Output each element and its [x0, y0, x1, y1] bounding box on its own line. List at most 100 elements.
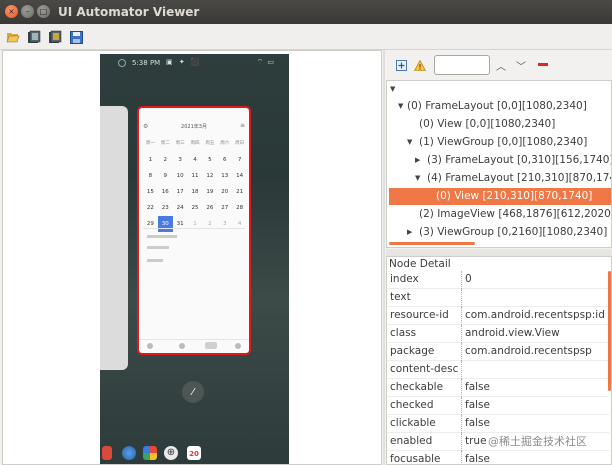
calendar-weekday-row: 周一 周二 周三 周四 周五 周六 周日: [143, 136, 247, 152]
tree-expand-arrow-icon[interactable]: ▶: [415, 152, 420, 169]
tree-expand-arrow-icon[interactable]: ▼: [415, 170, 420, 187]
calendar-day[interactable]: 24: [173, 200, 188, 216]
calendar-day[interactable]: 17: [173, 184, 188, 200]
tree-node-selected[interactable]: (0) View [210,310][870,1740]: [436, 188, 592, 205]
calendar-divider: [143, 228, 245, 229]
calendar-day[interactable]: 10: [173, 168, 188, 184]
calendar-day[interactable]: 2: [202, 216, 217, 232]
tree-node[interactable]: (1) ViewGroup [0,0][1080,2340]: [419, 134, 587, 151]
calendar-day[interactable]: 2: [158, 152, 173, 168]
calendar-day[interactable]: 14: [232, 168, 247, 184]
tree-horizontal-scrollbar[interactable]: [389, 242, 475, 245]
calendar-day[interactable]: 27: [217, 200, 232, 216]
menu-icon: ≡: [239, 122, 245, 129]
calendar-day[interactable]: 18: [188, 184, 203, 200]
calendar-day[interactable]: 6: [217, 152, 232, 168]
detail-row[interactable]: resource-id com.android.recentspsp:id: [387, 307, 609, 325]
tree-node[interactable]: (2) ImageView [468,1876][612,2020]: [419, 206, 611, 223]
calendar-day[interactable]: 3: [217, 216, 232, 232]
tree-node[interactable]: (3) FrameLayout [0,310][156,1740]: [427, 152, 611, 169]
tree-expand-arrow-icon[interactable]: ▼: [398, 98, 403, 115]
detail-row[interactable]: checkable false: [387, 379, 609, 397]
status-dot-icon: [118, 59, 126, 67]
wifi-battery-icon: ⌔ ▭: [256, 58, 275, 66]
detail-row[interactable]: content-desc: [387, 361, 609, 379]
app-icon[interactable]: ⊕: [164, 446, 178, 460]
app-icon[interactable]: [122, 446, 136, 460]
calendar-day[interactable]: 1: [188, 216, 203, 232]
minimize-window-button[interactable]: –: [21, 5, 34, 18]
calendar-day[interactable]: 20: [217, 184, 232, 200]
app-icon[interactable]: [143, 446, 157, 460]
event-item[interactable]: [147, 257, 163, 265]
calendar-day[interactable]: 15: [143, 184, 158, 200]
detail-row[interactable]: index 0: [387, 271, 609, 289]
expand-all-icon[interactable]: [395, 59, 407, 71]
calendar-day[interactable]: 5: [202, 152, 217, 168]
detail-row[interactable]: focusable false: [387, 451, 609, 464]
close-window-button[interactable]: ×: [5, 5, 18, 18]
calendar-day[interactable]: 12: [202, 168, 217, 184]
device-screenshot-compressed-icon[interactable]: [48, 30, 62, 44]
calendar-day[interactable]: 1: [143, 152, 158, 168]
calendar-day[interactable]: 25: [188, 200, 203, 216]
calendar-week-row: 29 30 31 1 2 3 4: [143, 216, 247, 232]
weekday-label: 周二: [160, 141, 170, 146]
detail-row[interactable]: text: [387, 289, 609, 307]
detail-row[interactable]: clickable false: [387, 415, 609, 433]
calendar-day-selected[interactable]: 30: [157, 216, 173, 232]
pane-divider[interactable]: [383, 50, 385, 465]
calendar-bottom-nav: [139, 339, 249, 353]
calendar-day[interactable]: 8: [143, 168, 158, 184]
calendar-day[interactable]: 16: [158, 184, 173, 200]
calendar-day[interactable]: 19: [202, 184, 217, 200]
calendar-day[interactable]: 21: [232, 184, 247, 200]
device-screen[interactable]: 5:38 PM ▣ ✦ ⬛ ⌔ ▭ ⚙ 2021年3月 ≡ 周一 周二 周三 周…: [100, 54, 289, 464]
maximize-window-button[interactable]: □: [37, 5, 50, 18]
chevron-up-icon[interactable]: ︿: [495, 59, 507, 73]
calendar-day[interactable]: 4: [232, 216, 247, 232]
detail-value: false: [465, 399, 490, 411]
tree-node[interactable]: (3) ViewGroup [0,2160][1080,2340]: [419, 224, 607, 241]
calendar-day[interactable]: 28: [232, 200, 247, 216]
hierarchy-tree[interactable]: ▼ ▼ (0) FrameLayout [0,0][1080,2340] (0)…: [386, 80, 612, 248]
tree-expand-arrow-icon[interactable]: ▶: [407, 224, 412, 241]
search-input[interactable]: [434, 55, 490, 75]
detail-row[interactable]: checked false: [387, 397, 609, 415]
tree-node[interactable]: (4) FrameLayout [210,310][870,174: [427, 170, 611, 187]
chevron-down-icon[interactable]: ﹀: [515, 59, 527, 73]
calendar-day[interactable]: 3: [173, 152, 188, 168]
device-screenshot-icon[interactable]: [27, 30, 41, 44]
calendar-day[interactable]: 23: [158, 200, 173, 216]
calendar-app-icon[interactable]: 20: [187, 446, 201, 460]
detail-vertical-scrollbar[interactable]: [608, 271, 611, 391]
event-item[interactable]: [147, 233, 177, 241]
clear-icon[interactable]: [537, 59, 549, 71]
folder-open-icon[interactable]: [6, 30, 20, 44]
calendar-day[interactable]: 13: [217, 168, 232, 184]
warning-icon[interactable]: [414, 59, 426, 71]
tree-root-arrow-icon[interactable]: ▼: [390, 81, 395, 98]
calendar-day[interactable]: 22: [143, 200, 158, 216]
app-window: × – □ UI Automator Viewer 5:38 PM ▣ ✦ ⬛ …: [0, 0, 612, 465]
recent-app-card-calendar[interactable]: ⚙ 2021年3月 ≡ 周一 周二 周三 周四 周五 周六 周日 1 2 3 4…: [137, 106, 251, 355]
detail-row[interactable]: class android.view.View: [387, 325, 609, 343]
tree-expand-arrow-icon[interactable]: ▼: [407, 134, 412, 151]
screenshot-pane[interactable]: 5:38 PM ▣ ✦ ⬛ ⌔ ▭ ⚙ 2021年3月 ≡ 周一 周二 周三 周…: [2, 50, 382, 465]
pane-splitter[interactable]: [386, 249, 612, 256]
event-item[interactable]: [147, 244, 169, 252]
calendar-day[interactable]: 29: [143, 216, 158, 232]
detail-row[interactable]: package com.android.recentspsp: [387, 343, 609, 361]
calendar-day[interactable]: 11: [188, 168, 203, 184]
calendar-day[interactable]: 31: [173, 216, 188, 232]
tree-node[interactable]: (0) View [0,0][1080,2340]: [419, 116, 555, 133]
calendar-day[interactable]: 9: [158, 168, 173, 184]
save-icon[interactable]: [69, 30, 83, 44]
calendar-day[interactable]: 4: [188, 152, 203, 168]
recent-app-card-left[interactable]: [100, 106, 128, 370]
clear-recents-button[interactable]: ⁄: [182, 381, 204, 403]
app-icon[interactable]: [102, 446, 112, 460]
tree-node[interactable]: (0) FrameLayout [0,0][1080,2340]: [407, 98, 587, 115]
calendar-day[interactable]: 26: [202, 200, 217, 216]
calendar-day[interactable]: 7: [232, 152, 247, 168]
